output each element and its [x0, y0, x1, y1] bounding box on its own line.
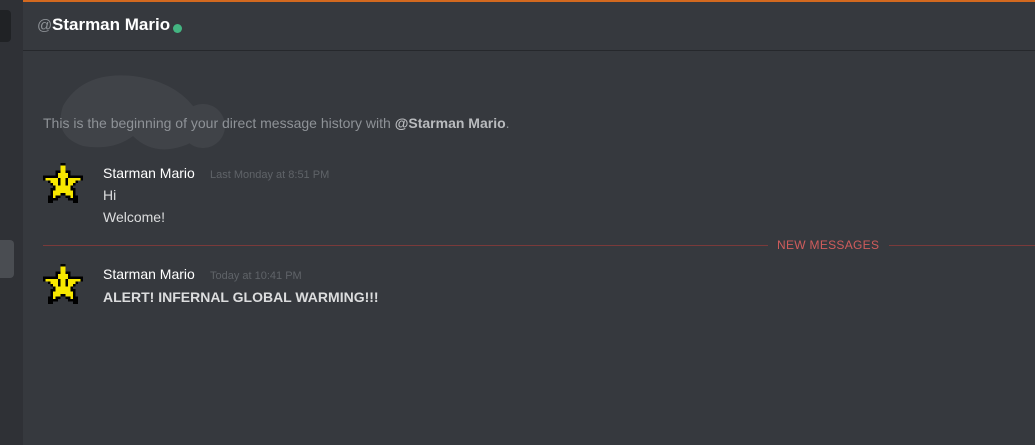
message-group: Starman Mario Today at 10:41 PM ALERT! I…	[23, 261, 1035, 311]
sidebar-scrollbar[interactable]	[0, 240, 14, 278]
chat-area: This is the beginning of your direct mes…	[23, 52, 1035, 445]
message-text: ALERT! INFERNAL GLOBAL WARMING!!!	[103, 289, 379, 305]
message-author[interactable]: Starman Mario	[103, 266, 195, 282]
sidebar-search-box[interactable]	[0, 10, 11, 42]
history-intro-text: This is the beginning of your direct mes…	[43, 115, 510, 131]
left-sidebar	[0, 0, 23, 445]
message-timestamp: Last Monday at 8:51 PM	[210, 169, 330, 181]
discord-watermark-icon	[60, 75, 225, 150]
message-timestamp: Today at 10:41 PM	[210, 270, 302, 282]
message-group: Starman Mario Last Monday at 8:51 PM Hi …	[23, 160, 1035, 230]
message-text: Hi	[103, 187, 117, 203]
message-text: Welcome!	[103, 209, 165, 225]
user-mention[interactable]: @Starman Mario	[395, 115, 506, 131]
new-messages-divider-line	[889, 245, 1035, 246]
new-messages-divider-line	[43, 245, 768, 246]
new-messages-divider-label: NEW MESSAGES	[777, 238, 880, 252]
at-symbol: @	[37, 17, 53, 34]
pixel-star-icon[interactable]	[43, 163, 83, 203]
channel-header: @ Starman Mario	[23, 2, 1035, 51]
online-status-indicator	[173, 24, 182, 33]
header-username[interactable]: Starman Mario	[52, 15, 170, 35]
message-author[interactable]: Starman Mario	[103, 165, 195, 181]
pixel-star-icon[interactable]	[43, 264, 83, 304]
